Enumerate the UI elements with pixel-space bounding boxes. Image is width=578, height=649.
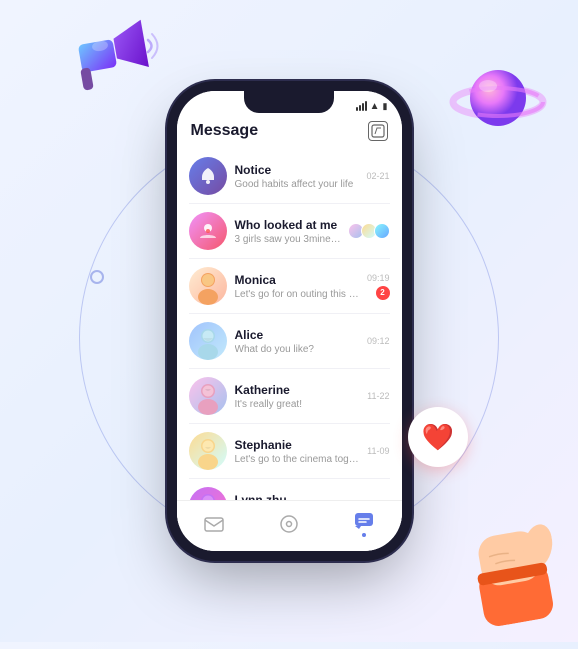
list-item[interactable]: Stephanie Let's go to the cinema togethe… [177,424,402,478]
message-preview: What do you like? [235,344,359,355]
heart-decoration: ❤️ [408,407,468,467]
nav-item-explore[interactable] [269,512,309,536]
message-time: 02-21 [366,171,389,181]
contact-name: Monica [235,273,359,287]
message-meta: 11-09 [367,446,389,456]
message-time: 09:19 [367,273,390,283]
battery-icon: ▮ [383,101,388,112]
message-content: Who looked at me 3 girls saw you 3mine a… [235,218,343,245]
planet-decoration [448,50,548,150]
edit-button[interactable] [368,121,388,141]
contact-name: Lynn zhu [235,493,382,501]
nav-item-mail[interactable] [194,513,234,535]
hand-decoration [457,506,568,649]
list-item[interactable]: Monica Let's go for on outing this weeke… [177,259,402,313]
megaphone-decoration [60,10,170,120]
message-content: Katherine It's really great! [235,383,360,410]
contact-name: Notice [235,163,359,177]
avatar [189,267,227,305]
contact-name: Alice [235,328,359,342]
avatar [189,487,227,500]
message-meta [351,223,390,239]
nav-item-messages[interactable] [344,509,384,539]
message-preview: Let's go to the cinema together [235,454,360,465]
viewer-avatars [351,223,390,239]
message-preview: Let's go for on outing this weekend- [235,289,359,300]
orbit-dot [90,270,104,284]
signal-bar-1 [356,107,358,111]
message-preview: It's really great! [235,399,360,410]
list-item[interactable]: Who looked at me 3 girls saw you 3mine a… [177,204,402,258]
list-item[interactable]: Alice What do you like? 09:12 [177,314,402,368]
message-meta: 11-22 [367,391,389,401]
message-meta: 09:12 [367,336,390,346]
avatar [189,432,227,470]
signal-bar-2 [359,105,361,111]
message-content: Notice Good habits affect your life [235,163,359,190]
phone-wrapper: ▲ ▮ Message [177,91,402,551]
message-meta: 09:19 2 [367,273,390,300]
app-title: Message [191,122,259,140]
list-item[interactable]: Notice Good habits affect your life 02-2… [177,149,402,203]
avatar [189,157,227,195]
message-time: 09:12 [367,336,390,346]
signal-bars [356,101,367,111]
signal-bar-4 [365,101,367,111]
list-item[interactable]: Katherine It's really great! 11-22 [177,369,402,423]
unread-badge: 2 [376,286,390,300]
contact-name: Stephanie [235,438,360,452]
active-dot [362,533,366,537]
message-preview: 3 girls saw you 3mine ago [235,234,343,245]
avatar [189,212,227,250]
status-icons: ▲ ▮ [356,101,388,112]
message-list: Notice Good habits affect your life 02-2… [177,149,402,500]
message-preview: Good habits affect your life [235,179,359,190]
phone-frame: ▲ ▮ Message [177,91,402,551]
message-content: Lynn zhu [Picture] [235,493,382,501]
message-content: Stephanie Let's go to the cinema togethe… [235,438,360,465]
avatar [189,377,227,415]
phone-notch [244,91,334,113]
message-content: Monica Let's go for on outing this weeke… [235,273,359,300]
contact-name: Who looked at me [235,218,343,232]
signal-bar-3 [362,103,364,111]
message-time: 11-09 [367,446,389,456]
list-item[interactable]: Lynn zhu [Picture] [177,479,402,500]
contact-name: Katherine [235,383,360,397]
message-time: 11-22 [367,391,389,401]
avatar [189,322,227,360]
bottom-nav [177,500,402,551]
viewer-avatar [374,223,390,239]
app-header: Message [177,117,402,149]
message-meta: 02-21 [366,171,389,181]
wifi-icon: ▲ [370,101,380,112]
message-content: Alice What do you like? [235,328,359,355]
phone-screen: ▲ ▮ Message [177,91,402,551]
